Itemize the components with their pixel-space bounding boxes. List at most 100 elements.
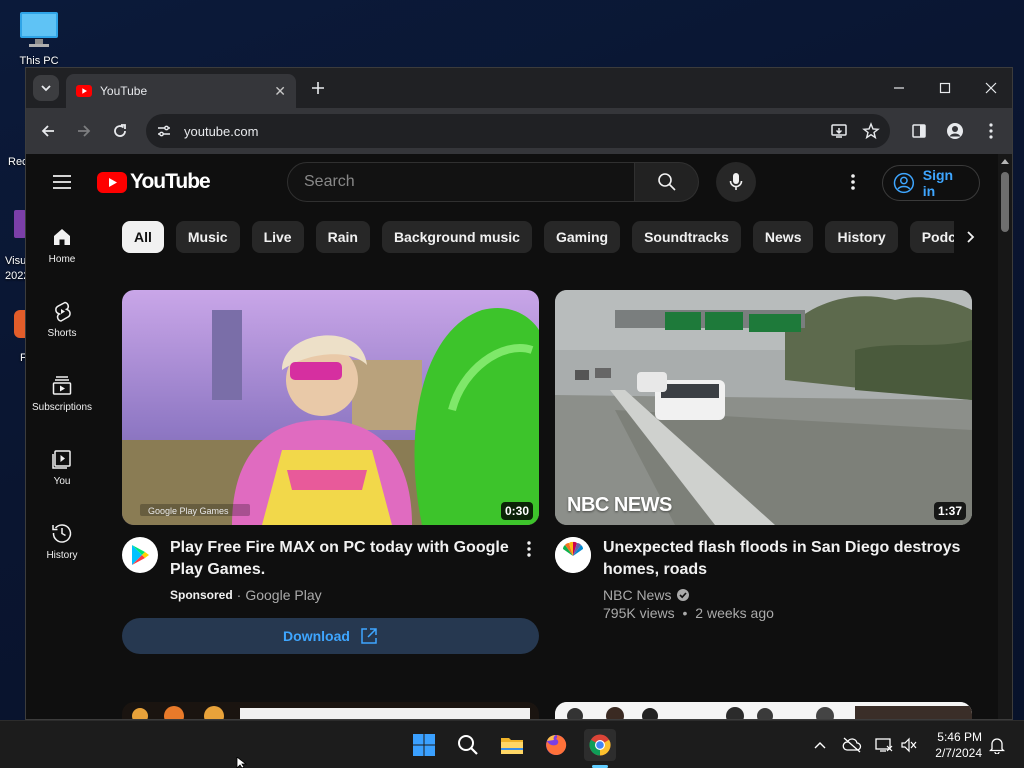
scrollbar-thumb[interactable] xyxy=(1001,172,1009,232)
sidenav-item-subscriptions[interactable]: Subscriptions xyxy=(26,358,98,428)
sign-in-label: Sign in xyxy=(922,167,954,199)
channel-avatar[interactable] xyxy=(555,537,591,573)
desktop-icon-this-pc[interactable]: This PC xyxy=(9,10,69,67)
sidenav-item-history[interactable]: History xyxy=(26,506,98,576)
sidenav-label: You xyxy=(53,475,71,487)
chip-news[interactable]: News xyxy=(752,221,814,253)
chip-gaming[interactable]: Gaming xyxy=(543,221,621,253)
video-title[interactable]: Unexpected flash floods in San Diego des… xyxy=(603,537,972,581)
minimize-button[interactable] xyxy=(876,68,922,108)
desktop-clipped-label: Visu xyxy=(5,255,27,267)
video-thumbnail[interactable]: 0:30 Google Play Games xyxy=(122,290,539,525)
chip-soundtracks[interactable]: Soundtracks xyxy=(632,221,741,253)
sidenav-label: Shorts xyxy=(47,327,77,339)
video-meta: Unexpected flash floods in San Diego des… xyxy=(555,537,972,621)
maximize-icon xyxy=(939,82,951,94)
file-explorer-icon xyxy=(501,738,523,754)
page-scrollbar[interactable] xyxy=(998,154,1012,719)
sign-in-button[interactable]: Sign in xyxy=(882,165,980,201)
sidenav-item-you[interactable]: You xyxy=(26,432,98,502)
you-icon xyxy=(52,449,71,469)
chip-podcasts[interactable]: Podca xyxy=(909,221,960,253)
sidenav-label: History xyxy=(46,549,78,561)
taskbar-chrome[interactable] xyxy=(584,729,616,761)
chip-music[interactable]: Music xyxy=(175,221,240,253)
start-icon xyxy=(413,734,435,756)
video-thumbnail[interactable]: NBC NEWS 1:37 xyxy=(555,290,972,525)
desktop-icon-label: This PC xyxy=(19,55,59,67)
sidenav-item-shorts[interactable]: Shorts xyxy=(26,284,98,354)
bell-icon xyxy=(989,738,1005,754)
search-box[interactable] xyxy=(287,162,635,202)
network-tray-button[interactable] xyxy=(874,735,894,755)
separator-dot: • xyxy=(682,605,688,621)
taskbar-firefox[interactable] xyxy=(540,729,572,761)
video-thumbnail-partial[interactable] xyxy=(122,702,539,719)
system-clock[interactable]: 5:46 PM 2/7/2024 xyxy=(930,729,982,761)
download-button[interactable]: Download xyxy=(122,618,539,654)
kebab-menu-icon xyxy=(989,123,993,139)
new-tab-button[interactable] xyxy=(306,76,330,100)
title-bar: YouTube ✕ xyxy=(26,68,1012,108)
thumbnail-watermark: Google Play Games xyxy=(148,506,229,516)
tab-close-icon[interactable]: ✕ xyxy=(274,83,286,100)
video-meta: Play Free Fire MAX on PC today with Goog… xyxy=(122,537,539,603)
plus-icon xyxy=(312,82,324,94)
tab-search-button[interactable] xyxy=(33,75,59,101)
chip-rain[interactable]: Rain xyxy=(315,221,370,253)
taskbar-search-button[interactable] xyxy=(452,729,484,761)
notifications-button[interactable] xyxy=(987,735,1007,755)
nbc-peacock-icon xyxy=(555,537,591,573)
youtube-logo[interactable]: YouTube xyxy=(97,170,211,194)
download-label: Download xyxy=(283,628,350,644)
video-thumbnail-partial[interactable] xyxy=(555,702,972,719)
channel-name[interactable]: NBC News xyxy=(603,587,671,603)
chip-live[interactable]: Live xyxy=(251,221,304,253)
cloud-offline-icon xyxy=(842,737,862,753)
channel-name[interactable]: Google Play xyxy=(245,587,321,603)
guide-menu-button[interactable] xyxy=(51,171,73,193)
search-input[interactable] xyxy=(304,173,618,191)
side-panel-button[interactable] xyxy=(907,119,931,143)
chips-next-button[interactable] xyxy=(954,221,986,253)
show-hidden-icons-button[interactable] xyxy=(810,735,830,755)
close-icon xyxy=(985,82,997,94)
youtube-logo-icon xyxy=(97,171,127,193)
search-button[interactable] xyxy=(635,162,699,202)
tab-youtube[interactable]: YouTube ✕ xyxy=(66,74,296,108)
chip-all[interactable]: All xyxy=(122,221,164,253)
search-icon xyxy=(458,735,478,755)
chip-history[interactable]: History xyxy=(825,221,898,253)
hamburger-icon xyxy=(53,175,71,189)
bookmark-star-icon[interactable] xyxy=(862,122,880,140)
chip-background-music[interactable]: Background music xyxy=(381,221,532,253)
browser-menu-button[interactable] xyxy=(979,119,1003,143)
forward-button[interactable] xyxy=(72,119,96,143)
volume-tray-button[interactable] xyxy=(899,735,919,755)
reload-button[interactable] xyxy=(108,119,132,143)
install-app-icon[interactable] xyxy=(830,122,848,140)
site-info-icon[interactable] xyxy=(156,123,172,139)
video-action-menu[interactable] xyxy=(519,537,539,561)
external-link-icon xyxy=(361,628,377,644)
onedrive-tray-button[interactable] xyxy=(842,735,862,755)
youtube-favicon-icon xyxy=(76,85,92,97)
address-bar[interactable]: youtube.com xyxy=(146,114,890,148)
chrome-icon xyxy=(589,734,611,756)
close-window-button[interactable] xyxy=(968,68,1012,108)
kebab-menu-icon xyxy=(527,541,531,557)
sidenav-item-home[interactable]: Home xyxy=(26,210,98,280)
back-button[interactable] xyxy=(36,119,60,143)
scroll-up-icon[interactable] xyxy=(998,155,1012,167)
start-button[interactable] xyxy=(408,729,440,761)
arrow-right-icon xyxy=(78,125,91,137)
taskbar-file-explorer[interactable] xyxy=(496,729,528,761)
profile-button[interactable] xyxy=(943,119,967,143)
voice-search-button[interactable] xyxy=(716,162,756,202)
maximize-button[interactable] xyxy=(922,68,968,108)
settings-menu-button[interactable] xyxy=(841,170,865,194)
video-card-ad[interactable]: 0:30 Google Play Games Play Free Fire MA… xyxy=(122,290,539,654)
channel-avatar[interactable] xyxy=(122,537,158,573)
video-card[interactable]: NBC NEWS 1:37 Unexpected flash floods in… xyxy=(555,290,972,621)
video-title[interactable]: Play Free Fire MAX on PC today with Goog… xyxy=(170,537,539,581)
